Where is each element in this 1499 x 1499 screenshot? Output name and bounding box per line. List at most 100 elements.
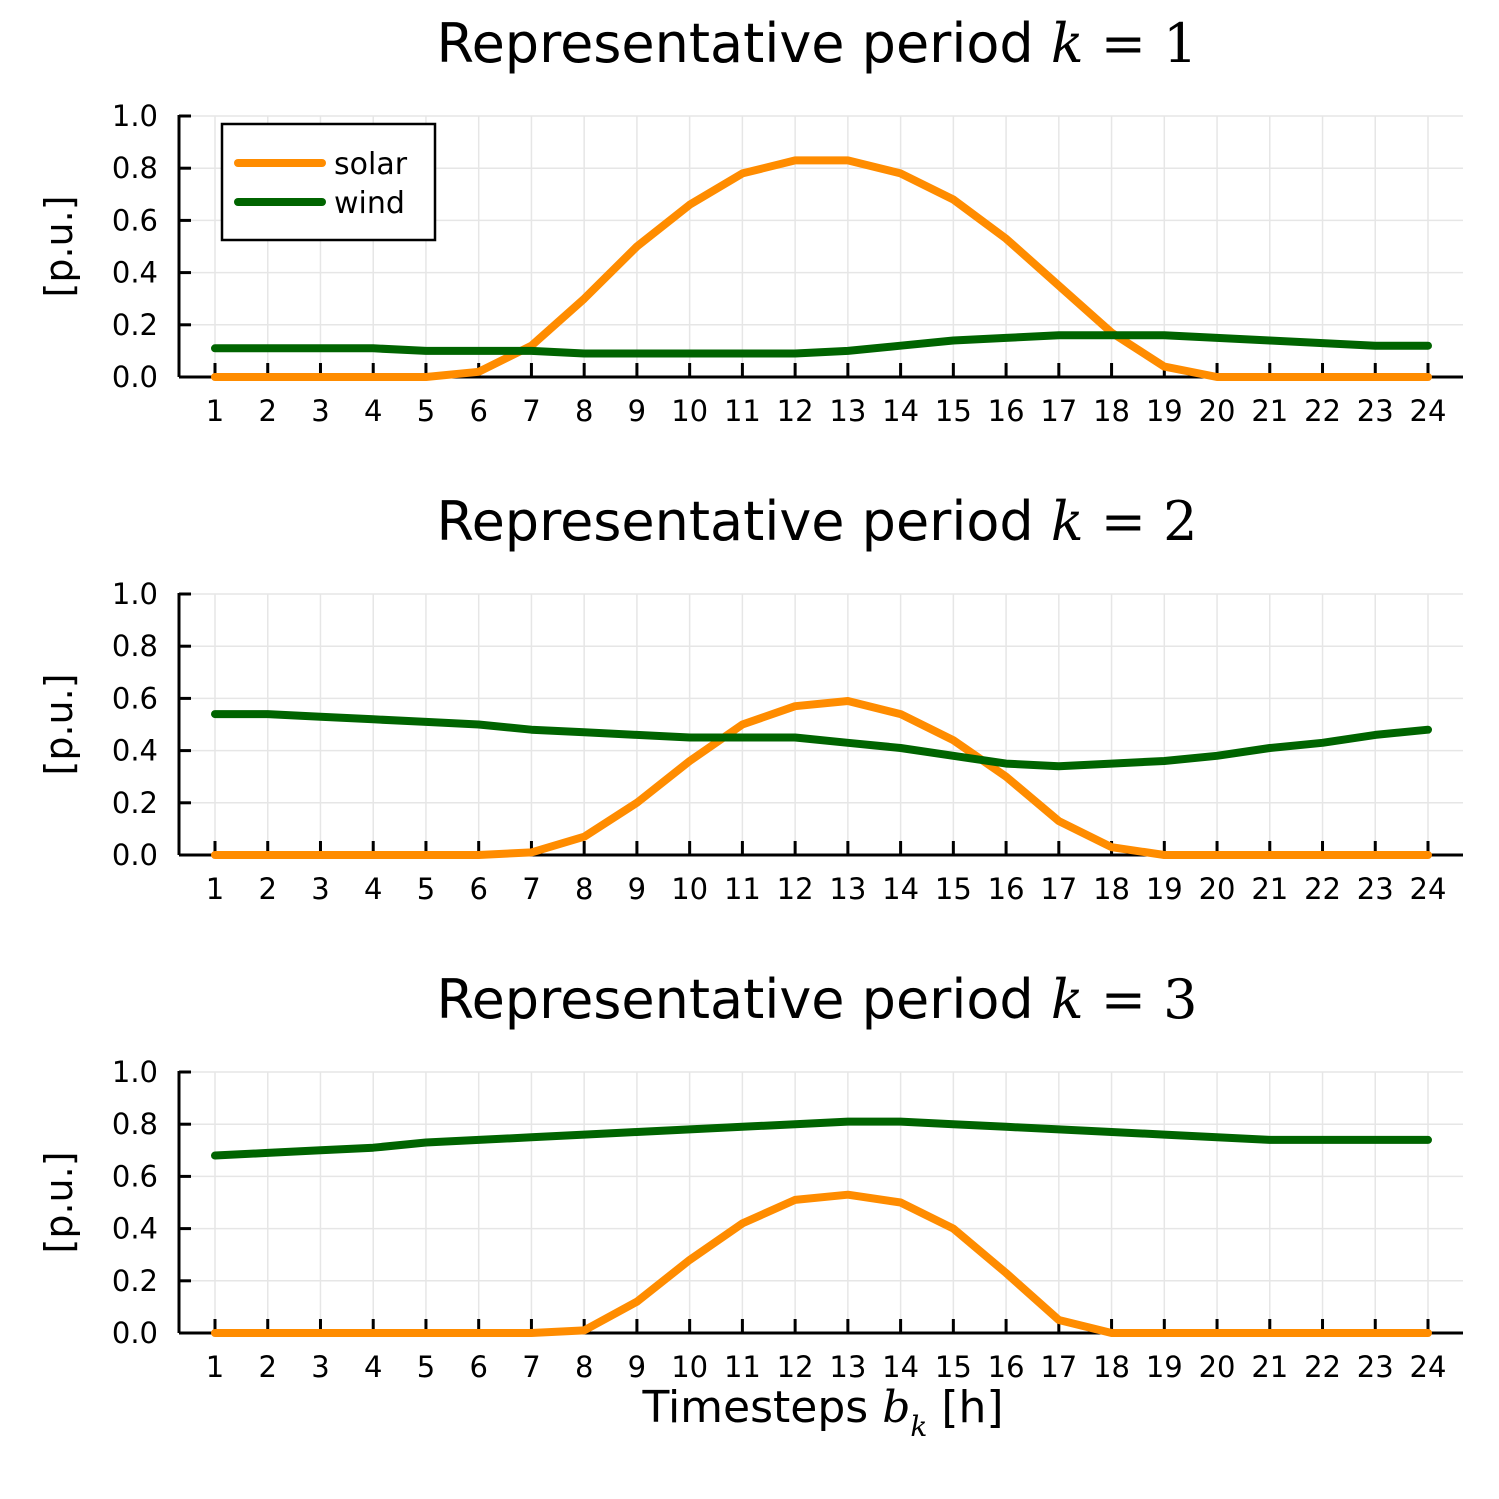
- y-tick-label: 0.8: [112, 1107, 158, 1141]
- x-tick-label: 4: [364, 394, 382, 428]
- x-tick-label: 7: [522, 1350, 540, 1384]
- chart-title-text: Representative period: [436, 968, 1050, 1031]
- series-line-wind: [211, 331, 1432, 358]
- chart-title: Representative period k = 1: [436, 12, 1197, 75]
- x-tick-label: 20: [1199, 872, 1236, 906]
- x-tick-label: 3: [311, 1350, 329, 1384]
- y-tick-label: 0.2: [112, 1264, 158, 1298]
- x-tick-label: 13: [829, 394, 866, 428]
- y-tick-label: 0.4: [112, 734, 158, 768]
- x-tick-label: 14: [882, 1350, 919, 1384]
- x-tick-label: 21: [1251, 872, 1288, 906]
- chart-title-math-var: k: [1051, 12, 1084, 75]
- x-tick-label: 17: [1040, 1350, 1077, 1384]
- x-tick-label: 8: [575, 394, 593, 428]
- legend-label-solar: solar: [334, 147, 408, 182]
- chart-title: Representative period k = 3: [436, 968, 1197, 1031]
- y-axis-label: [p.u.]: [37, 673, 81, 775]
- y-tick-label: 0.2: [112, 786, 158, 820]
- x-axis-label-text: Timesteps: [641, 1382, 882, 1433]
- y-tick-label: 0.8: [112, 629, 158, 663]
- x-tick-label: 8: [575, 1350, 593, 1384]
- x-tick-label: 5: [417, 1350, 435, 1384]
- x-tick-label: 9: [628, 394, 646, 428]
- x-tick-label: 7: [522, 394, 540, 428]
- x-tick-label: 19: [1146, 1350, 1183, 1384]
- x-tick-label: 20: [1199, 394, 1236, 428]
- chart-title-math-eq: = 3: [1084, 968, 1198, 1031]
- x-tick-label: 10: [671, 1350, 708, 1384]
- x-tick-label: 16: [988, 872, 1025, 906]
- x-axis-label: Timesteps bk [h]: [641, 1382, 1003, 1443]
- x-tick-label: 17: [1040, 394, 1077, 428]
- chart-title-math-var: k: [1051, 968, 1084, 1031]
- y-tick-label: 0.8: [112, 151, 158, 185]
- chart-title-math-var: k: [1051, 490, 1084, 553]
- x-tick-label: 14: [882, 394, 919, 428]
- x-tick-label: 22: [1304, 394, 1341, 428]
- y-tick-label: 0.6: [112, 203, 158, 237]
- x-tick-label: 15: [935, 1350, 972, 1384]
- chart-panel-3: Representative period k = 3 0.0 0.2 0.4 0.6 0…: [37, 968, 1463, 1443]
- x-tick-label: 7: [522, 872, 540, 906]
- legend-box: [220, 122, 437, 242]
- y-tick-label: 1.0: [112, 577, 158, 611]
- x-tick-label: 23: [1357, 394, 1394, 428]
- x-tick-label: 18: [1093, 1350, 1130, 1384]
- x-axis-label-math-var: b: [882, 1382, 910, 1433]
- x-tick-label: 23: [1357, 872, 1394, 906]
- y-tick-label: 0.0: [112, 360, 158, 394]
- x-tick-label: 21: [1251, 1350, 1288, 1384]
- y-tick-label: 0.0: [112, 838, 158, 872]
- x-tick-label: 15: [935, 394, 972, 428]
- y-axis-label: [p.u.]: [37, 195, 81, 297]
- x-tick-label: 6: [469, 1350, 487, 1384]
- x-tick-label: 9: [628, 1350, 646, 1384]
- x-tick-label: 9: [628, 872, 646, 906]
- x-tick-label: 2: [259, 394, 277, 428]
- x-tick-label: 1: [206, 394, 224, 428]
- x-tick-label: 11: [724, 872, 761, 906]
- y-tick-label: 0.2: [112, 308, 158, 342]
- x-tick-label: 4: [364, 1350, 382, 1384]
- x-tick-label: 24: [1410, 872, 1447, 906]
- x-axis-label-unit: [h]: [927, 1382, 1003, 1433]
- x-tick-label: 2: [259, 872, 277, 906]
- x-axis-label-math-sub: k: [910, 1410, 927, 1443]
- x-tick-label: 1: [206, 872, 224, 906]
- x-tick-label: 15: [935, 872, 972, 906]
- x-tick-label: 18: [1093, 872, 1130, 906]
- x-tick-label: 19: [1146, 394, 1183, 428]
- chart-title-text: Representative period: [436, 12, 1050, 75]
- x-tick-label: 20: [1199, 1350, 1236, 1384]
- y-tick-label: 0.6: [112, 681, 158, 715]
- y-tick-label: 0.4: [112, 256, 158, 290]
- chart-panel-2: Representative period k = 2 0.0 0.2 0.4 0.6 0…: [37, 490, 1463, 906]
- x-tick-label: 3: [311, 394, 329, 428]
- legend: solar wind: [220, 122, 437, 242]
- chart-title: Representative period k = 2: [436, 490, 1197, 553]
- x-tick-label: 13: [829, 872, 866, 906]
- x-tick-label: 17: [1040, 872, 1077, 906]
- x-tick-label: 22: [1304, 1350, 1341, 1384]
- x-tick-label: 22: [1304, 872, 1341, 906]
- x-tick-label: 12: [777, 394, 814, 428]
- x-tick-label: 5: [417, 872, 435, 906]
- x-tick-label: 14: [882, 872, 919, 906]
- x-tick-label: 24: [1410, 1350, 1447, 1384]
- x-tick-label: 10: [671, 394, 708, 428]
- x-tick-label: 21: [1251, 394, 1288, 428]
- x-tick-label: 16: [988, 1350, 1025, 1384]
- x-tick-label: 4: [364, 872, 382, 906]
- series-line-solar: [211, 1190, 1432, 1337]
- x-tick-label: 6: [469, 872, 487, 906]
- chart-title-math-eq: = 2: [1084, 490, 1198, 553]
- series-line-wind: [211, 710, 1432, 771]
- x-tick-label: 23: [1357, 1350, 1394, 1384]
- x-tick-label: 16: [988, 394, 1025, 428]
- x-tick-label: 5: [417, 394, 435, 428]
- chart-title-text: Representative period: [436, 490, 1050, 553]
- x-tick-label: 1: [206, 1350, 224, 1384]
- x-tick-label: 11: [724, 394, 761, 428]
- x-tick-label: 12: [777, 1350, 814, 1384]
